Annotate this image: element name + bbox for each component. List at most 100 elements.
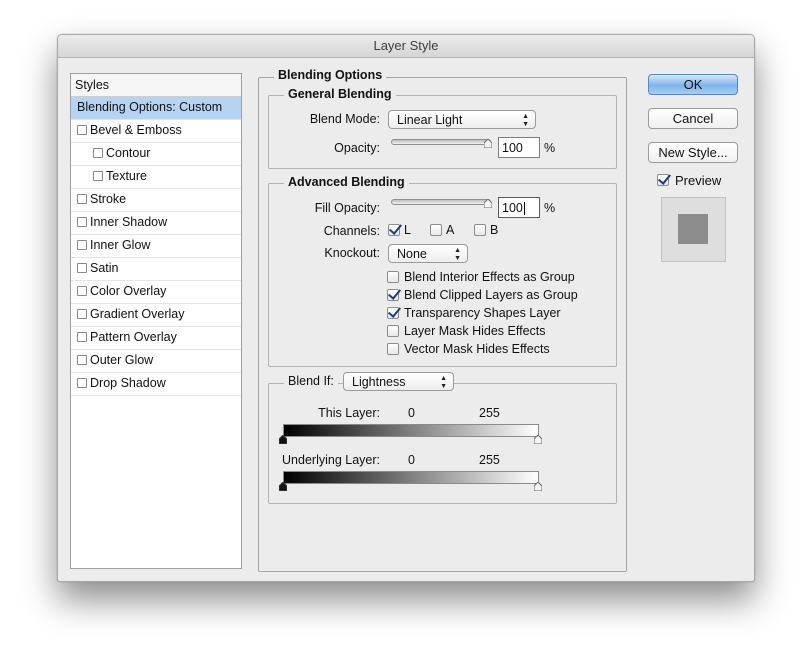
- style-checkbox[interactable]: [77, 239, 87, 250]
- style-checkbox[interactable]: [93, 147, 103, 158]
- style-item-pattern-overlay[interactable]: Pattern Overlay: [71, 327, 241, 350]
- knockout-select[interactable]: None ▲ ▼: [388, 244, 468, 263]
- style-item-label: Blending Options: Custom: [77, 100, 223, 114]
- fill-opacity-slider-thumb[interactable]: [484, 199, 492, 208]
- style-item-label: Drop Shadow: [90, 376, 166, 390]
- style-checkbox[interactable]: [77, 262, 87, 273]
- style-checkbox[interactable]: [93, 170, 103, 181]
- this-layer-min: 0: [408, 406, 415, 420]
- blend-mode-value: Linear Light: [397, 113, 463, 127]
- style-checkbox[interactable]: [77, 124, 87, 135]
- style-item-label: Texture: [106, 169, 147, 183]
- style-item-label: Stroke: [90, 192, 127, 206]
- underlying-layer-white-slider[interactable]: [534, 482, 542, 491]
- fill-opacity-slider[interactable]: [391, 199, 491, 205]
- this-layer-gradient-bar: [283, 424, 539, 437]
- opacity-slider-thumb[interactable]: [484, 139, 492, 148]
- style-checkbox[interactable]: [77, 331, 87, 342]
- opacity-unit: %: [544, 141, 556, 155]
- new-style-button[interactable]: New Style...: [648, 142, 738, 163]
- channel-l-checkbox[interactable]: [388, 224, 400, 236]
- dialog-title: Layer Style: [58, 35, 754, 58]
- blend-interior-effects-as-group-checkbox[interactable]: [387, 271, 399, 283]
- this-layer-label: This Layer:: [318, 406, 380, 420]
- up-down-arrows-icon: ▲ ▼: [440, 375, 447, 390]
- preview-thumbnail: [661, 197, 726, 262]
- style-item-stroke[interactable]: Stroke: [71, 189, 241, 212]
- style-item-label: Contour: [106, 146, 151, 160]
- channel-l-label: L: [404, 223, 411, 237]
- this-layer-white-slider[interactable]: [534, 435, 542, 444]
- style-item-label: Satin: [90, 261, 119, 275]
- blend-if-group: [268, 383, 617, 504]
- fill-opacity-input[interactable]: 100: [498, 197, 540, 218]
- channels-label: Channels:: [323, 224, 380, 238]
- fill-opacity-value: 100: [502, 201, 523, 215]
- opacity-input[interactable]: 100: [498, 137, 540, 158]
- general-blending-group: [268, 95, 617, 169]
- this-layer-black-slider[interactable]: [279, 435, 287, 444]
- style-item-inner-shadow[interactable]: Inner Shadow: [71, 212, 241, 235]
- layer-mask-hides-effects-checkbox[interactable]: [387, 325, 399, 337]
- style-checkbox[interactable]: [77, 193, 87, 204]
- blend-mode-label: Blend Mode:: [309, 112, 380, 126]
- style-item-contour[interactable]: Contour: [71, 143, 241, 166]
- style-item-color-overlay[interactable]: Color Overlay: [71, 281, 241, 304]
- style-item-label: Inner Glow: [90, 238, 151, 252]
- blend-if-label: Blend If:: [284, 374, 338, 388]
- style-checkbox[interactable]: [77, 377, 87, 388]
- channel-b-label: B: [490, 223, 499, 237]
- style-item-inner-glow[interactable]: Inner Glow: [71, 235, 241, 258]
- style-checkbox[interactable]: [77, 354, 87, 365]
- blend-if-value: Lightness: [352, 375, 406, 389]
- general-blending-title: General Blending: [284, 87, 396, 101]
- styles-header: Styles: [71, 74, 241, 97]
- preview-checkbox[interactable]: [657, 174, 669, 186]
- style-item-bevel-emboss[interactable]: Bevel & Emboss: [71, 120, 241, 143]
- preview-swatch: [678, 214, 708, 244]
- style-item-gradient-overlay[interactable]: Gradient Overlay: [71, 304, 241, 327]
- this-layer-max: 255: [479, 406, 500, 420]
- up-down-arrows-icon: ▲ ▼: [454, 247, 461, 262]
- layer-style-dialog: Layer Style Styles Blending Options: Cus…: [57, 34, 755, 582]
- style-checkbox[interactable]: [77, 308, 87, 319]
- blend-if-select[interactable]: Lightness ▲ ▼: [343, 372, 454, 391]
- layer-mask-hides-effects-label: Layer Mask Hides Effects: [404, 324, 546, 338]
- style-item-label: Color Overlay: [90, 284, 167, 298]
- opacity-slider[interactable]: [391, 139, 491, 145]
- underlying-layer-label: Underlying Layer:: [282, 453, 380, 467]
- underlying-layer-max: 255: [479, 453, 500, 467]
- opacity-label: Opacity:: [334, 141, 380, 155]
- blend-mode-select[interactable]: Linear Light ▲ ▼: [388, 110, 536, 129]
- blend-clipped-layers-as-group-label: Blend Clipped Layers as Group: [404, 288, 578, 302]
- style-item-label: Bevel & Emboss: [90, 123, 182, 137]
- vector-mask-hides-effects-checkbox[interactable]: [387, 343, 399, 355]
- style-item-satin[interactable]: Satin: [71, 258, 241, 281]
- vector-mask-hides-effects-label: Vector Mask Hides Effects: [404, 342, 550, 356]
- fill-opacity-label: Fill Opacity:: [314, 201, 380, 215]
- channel-a-checkbox[interactable]: [430, 224, 442, 236]
- style-item-label: Pattern Overlay: [90, 330, 177, 344]
- ok-button[interactable]: OK: [648, 74, 738, 95]
- style-item-label: Gradient Overlay: [90, 307, 185, 321]
- transparency-shapes-layer-label: Transparency Shapes Layer: [404, 306, 561, 320]
- blend-interior-effects-as-group-label: Blend Interior Effects as Group: [404, 270, 575, 284]
- cancel-button[interactable]: Cancel: [648, 108, 738, 129]
- style-checkbox[interactable]: [77, 216, 87, 227]
- style-item-drop-shadow[interactable]: Drop Shadow: [71, 373, 241, 396]
- style-checkbox[interactable]: [77, 285, 87, 296]
- style-item-texture[interactable]: Texture: [71, 166, 241, 189]
- style-item-blending-options-custom[interactable]: Blending Options: Custom: [71, 97, 241, 120]
- underlying-layer-black-slider[interactable]: [279, 482, 287, 491]
- channel-b-checkbox[interactable]: [474, 224, 486, 236]
- style-item-outer-glow[interactable]: Outer Glow: [71, 350, 241, 373]
- styles-list: Styles Blending Options: Custom Bevel & E…: [70, 73, 242, 569]
- advanced-blending-title: Advanced Blending: [284, 175, 409, 189]
- underlying-layer-gradient-bar: [283, 471, 539, 484]
- blend-clipped-layers-as-group-checkbox[interactable]: [387, 289, 399, 301]
- transparency-shapes-layer-checkbox[interactable]: [387, 307, 399, 319]
- style-item-label: Inner Shadow: [90, 215, 168, 229]
- fill-opacity-unit: %: [544, 201, 556, 215]
- up-down-arrows-icon: ▲ ▼: [522, 113, 529, 128]
- knockout-label: Knockout:: [324, 246, 380, 260]
